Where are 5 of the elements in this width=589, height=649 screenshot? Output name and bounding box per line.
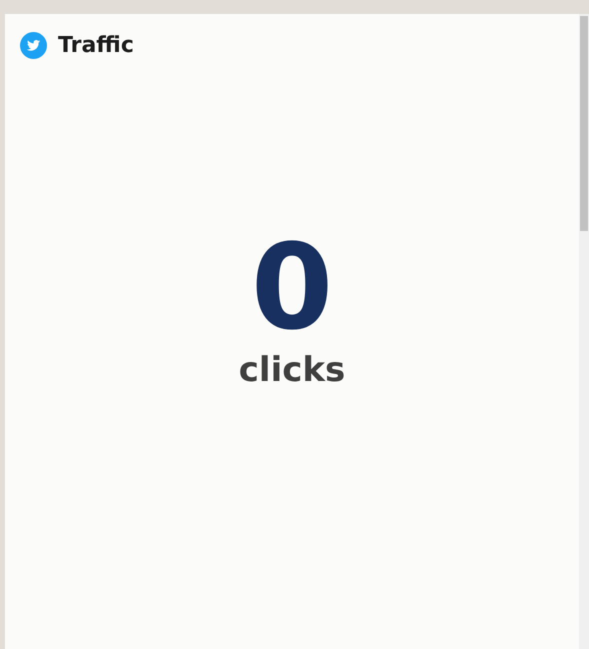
bird-icon <box>20 32 47 59</box>
widget-title: Traffic <box>58 33 134 58</box>
scrollbar[interactable] <box>579 14 589 649</box>
unit-label: clicks <box>238 350 346 390</box>
click-count: 0 <box>250 228 334 346</box>
